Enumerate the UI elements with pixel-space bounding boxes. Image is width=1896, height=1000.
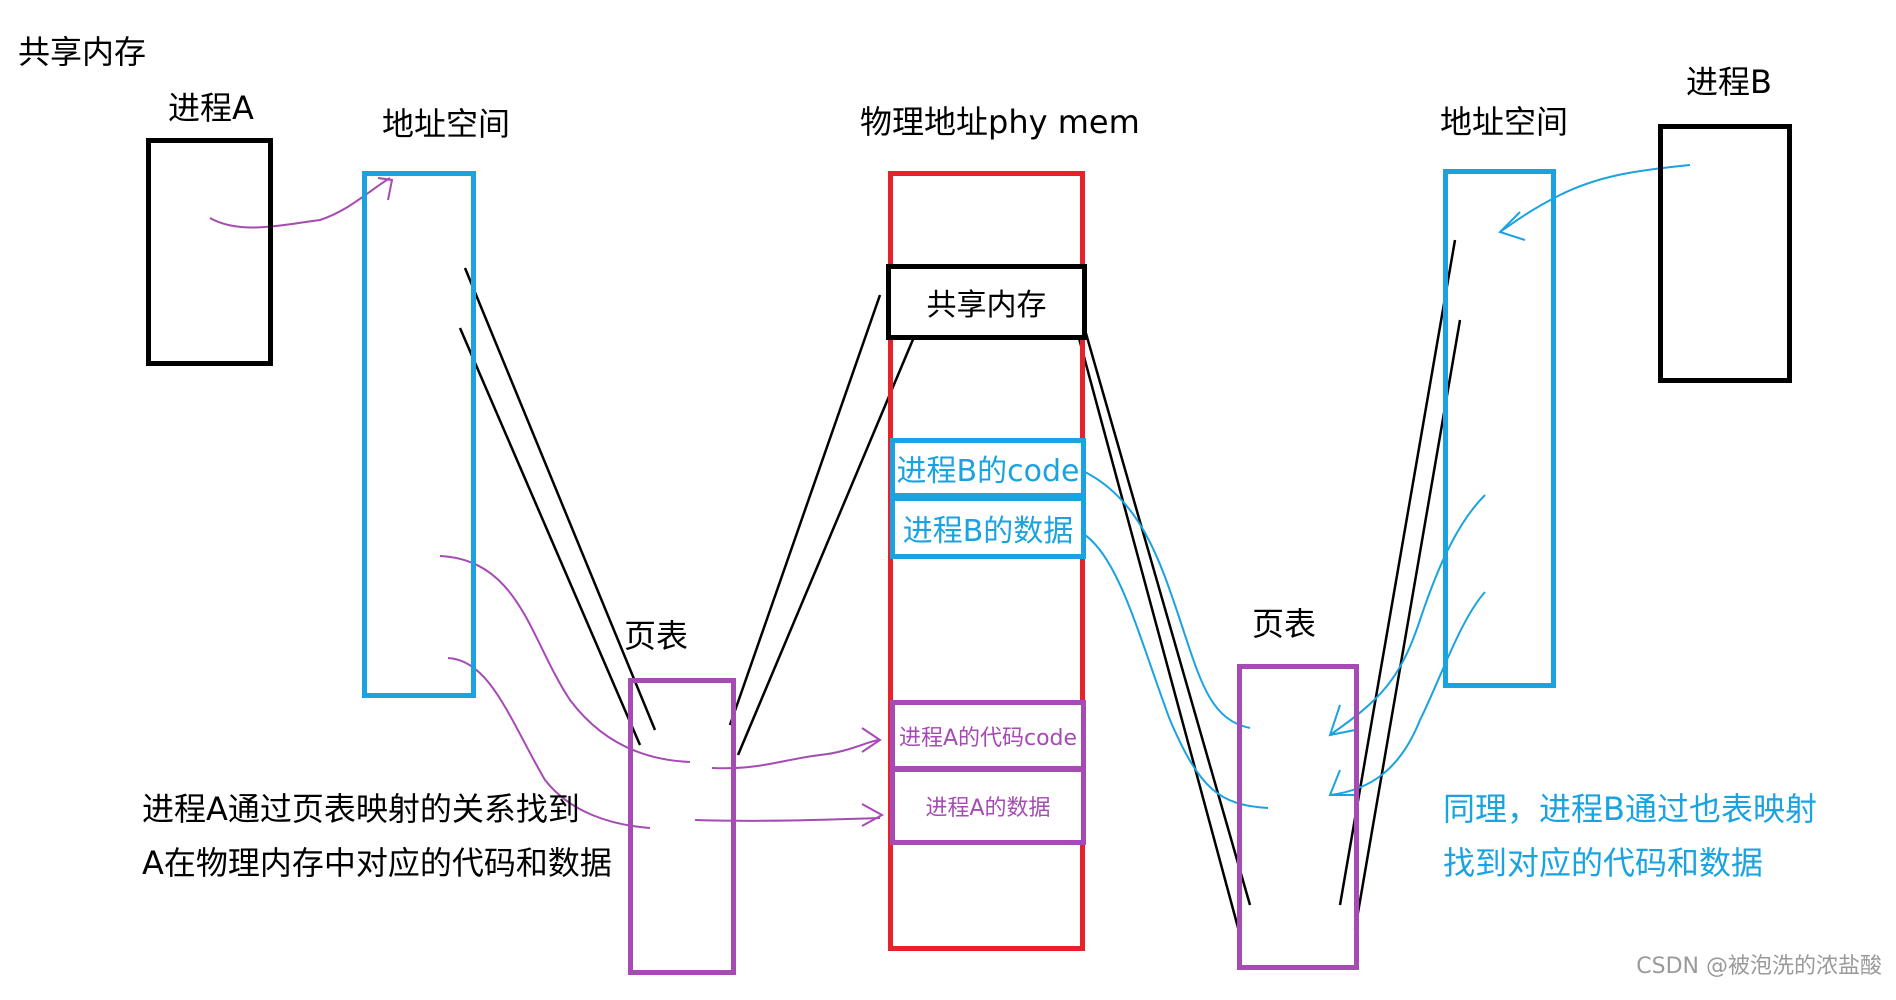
- purple-arrows: [209, 177, 885, 829]
- note-b-line-1: 同理，进程B通过也表映射: [1443, 790, 1817, 828]
- proc-b-data-block: 进程B的数据: [890, 496, 1086, 559]
- proc-a-data-block: 进程A的数据: [890, 767, 1086, 845]
- page-table-b-box: [1237, 664, 1359, 970]
- note-a-line-1: 进程A通过页表映射的关系找到: [142, 790, 580, 828]
- shared-memory-label: 共享内存: [926, 288, 1047, 323]
- proc-b-code-label: 进程B的code: [896, 454, 1080, 489]
- page-table-a-label: 页表: [624, 617, 689, 655]
- line-addr-a-to-pt-a-1: [463, 267, 657, 731]
- note-b-line-2: 找到对应的代码和数据: [1443, 844, 1764, 882]
- proc-b-data-label: 进程B的数据: [902, 513, 1074, 549]
- line-addr-a-to-pt-a-2: [458, 327, 642, 746]
- note-a-line-2: A在物理内存中对应的代码和数据: [142, 844, 612, 882]
- phys-mem-label: 物理地址phy mem: [860, 103, 1140, 141]
- watermark: CSDN @被泡洗的浓盐酸: [1636, 954, 1882, 979]
- shared-memory-block: 共享内存: [886, 264, 1087, 340]
- arrow-head-3: [861, 803, 885, 827]
- arrow-b-code-to-pt-b: [1084, 471, 1251, 729]
- blue-arrows: [1084, 164, 1691, 809]
- process-a-label: 进程A: [168, 89, 254, 127]
- note-a: 进程A通过页表映射的关系找到 A在物理内存中对应的代码和数据: [142, 782, 612, 890]
- diagram-canvas: 共享内存 进程A 地址空间 物理地址phy mem 共享内存 进程B的code …: [0, 0, 1896, 1000]
- proc-a-code-block: 进程A的代码code: [890, 700, 1086, 771]
- line-shared-to-pt-b-2: [1083, 329, 1252, 906]
- page-table-a-box: [628, 678, 736, 975]
- line-pt-a-to-shared-1: [728, 294, 882, 726]
- diagram-title: 共享内存: [18, 33, 147, 71]
- process-b-box: [1658, 124, 1792, 383]
- addr-space-a-label: 地址空间: [382, 105, 511, 143]
- process-a-box: [146, 138, 273, 366]
- addr-space-b-box: [1443, 169, 1556, 688]
- note-b: 同理，进程B通过也表映射 找到对应的代码和数据: [1443, 782, 1817, 890]
- addr-space-b-label: 地址空间: [1440, 103, 1569, 141]
- line-shared-to-pt-b-1: [1064, 289, 1242, 936]
- proc-a-code-label: 进程A的代码code: [898, 725, 1078, 751]
- process-b-label: 进程B: [1686, 63, 1772, 101]
- proc-a-data-label: 进程A的数据: [925, 796, 1051, 821]
- addr-space-a-box: [362, 171, 476, 698]
- page-table-b-label: 页表: [1252, 605, 1317, 643]
- proc-b-code-block: 进程B的code: [890, 438, 1086, 498]
